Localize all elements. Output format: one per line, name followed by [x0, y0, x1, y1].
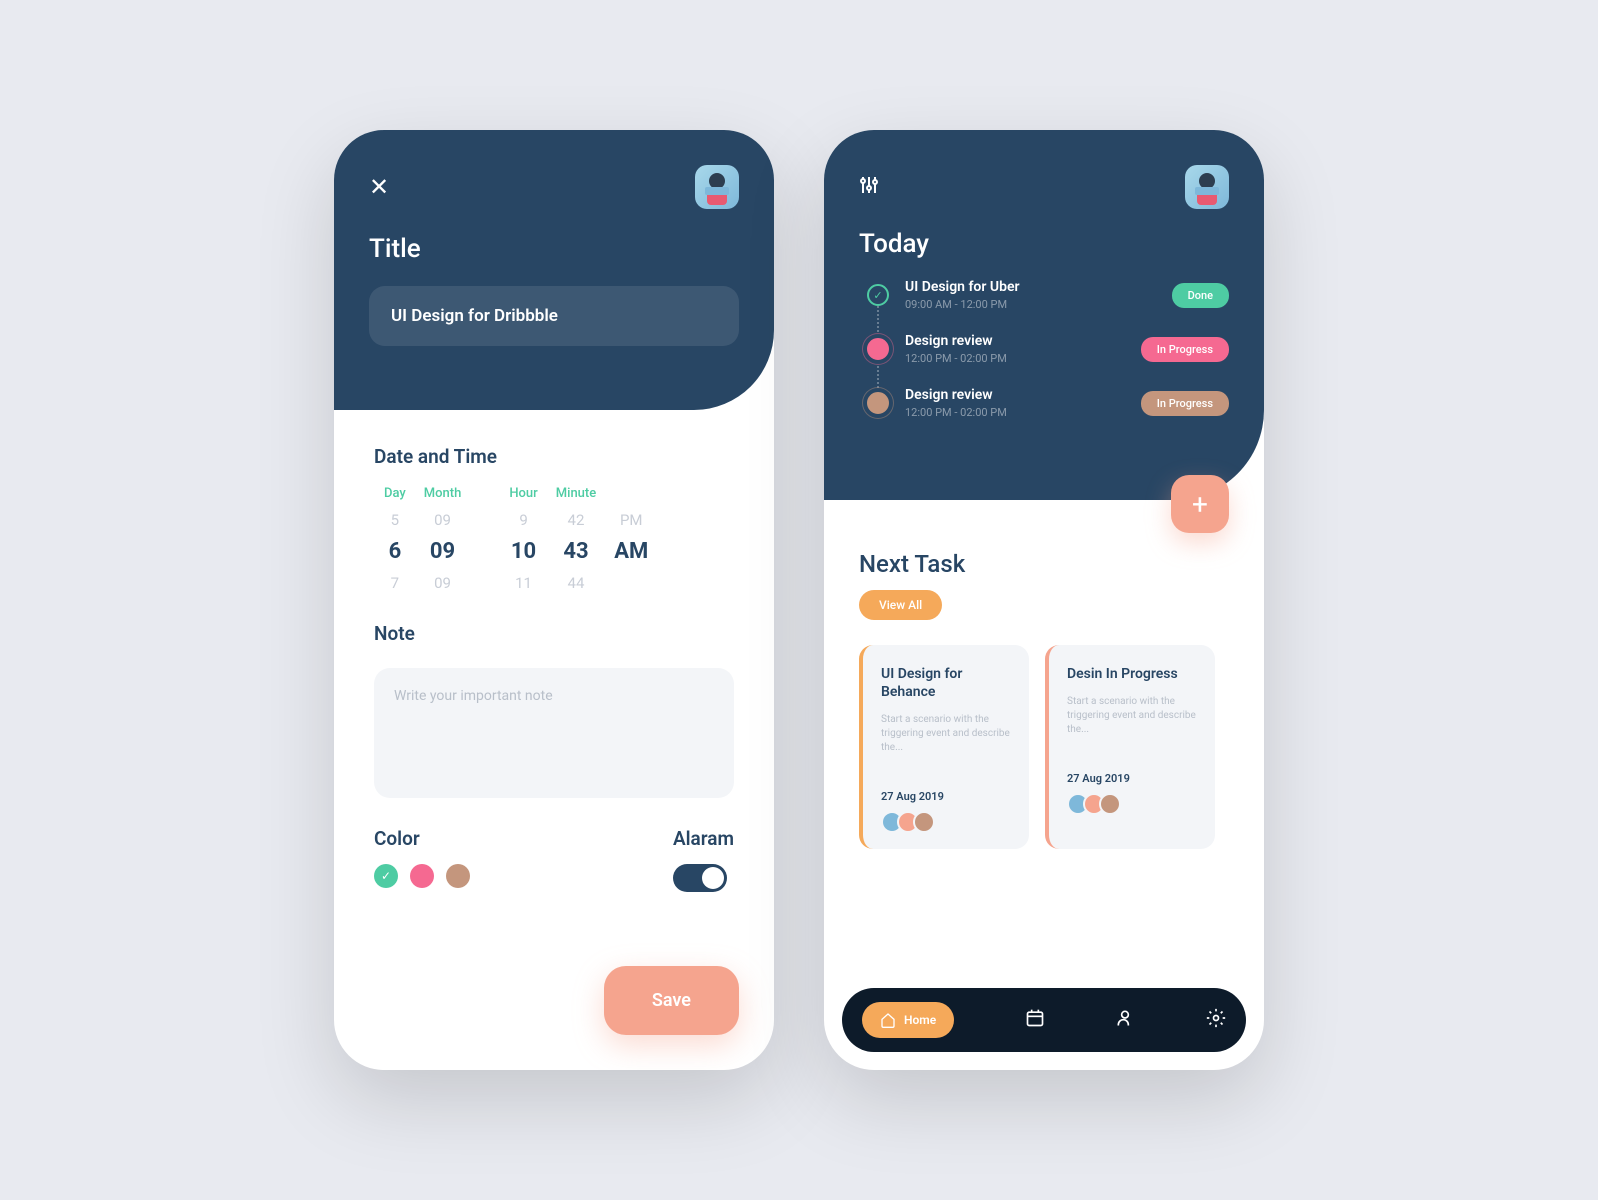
day-column[interactable]: Day 5 6 7 — [384, 486, 406, 592]
task-time: 12:00 PM - 02:00 PM — [905, 406, 1125, 419]
task-card[interactable]: Desin In Progress Start a scenario with … — [1045, 645, 1215, 849]
task-name: Design review — [905, 387, 1125, 403]
color-brown[interactable] — [446, 864, 470, 888]
minute-column[interactable]: Minute 42 43 44 — [556, 486, 596, 592]
alarm-toggle[interactable] — [673, 864, 727, 892]
gear-icon[interactable] — [1206, 1008, 1226, 1032]
task-row[interactable]: Design review 12:00 PM - 02:00 PM In Pro… — [867, 387, 1229, 419]
task-row[interactable]: UI Design for Uber 09:00 AM - 12:00 PM D… — [867, 279, 1229, 311]
save-button[interactable]: Save — [604, 966, 739, 1035]
card-avatars — [881, 811, 1011, 833]
status-badge: In Progress — [1141, 391, 1229, 416]
sliders-icon[interactable] — [859, 175, 879, 199]
title-label: Title — [369, 234, 739, 264]
card-date: 27 Aug 2019 — [881, 790, 1011, 803]
datetime-picker[interactable]: Day 5 6 7 Month 09 09 09 Hour 9 10 11 Mi… — [374, 486, 734, 592]
close-icon[interactable]: ✕ — [369, 173, 389, 201]
month-column[interactable]: Month 09 09 09 — [424, 486, 462, 592]
card-title: UI Design for Behance — [881, 665, 1011, 701]
create-task-screen: ✕ Title Date and Time Day 5 6 7 Month 09… — [334, 130, 774, 1070]
avatar[interactable] — [1185, 165, 1229, 209]
status-dot-done — [867, 284, 889, 306]
form-body: Date and Time Day 5 6 7 Month 09 09 09 H… — [334, 410, 774, 927]
alarm-section: Alaram — [673, 827, 734, 892]
card-title: Desin In Progress — [1067, 665, 1197, 683]
title-input[interactable] — [369, 286, 739, 346]
next-task-section: Next Task View All UI Design for Behance… — [824, 500, 1264, 869]
color-green[interactable]: ✓ — [374, 864, 398, 888]
color-section: Color ✓ — [374, 827, 470, 888]
avatar[interactable] — [695, 165, 739, 209]
status-badge: Done — [1172, 283, 1229, 308]
header: ✕ Title — [334, 130, 774, 410]
nav-home[interactable]: Home — [862, 1002, 954, 1038]
task-name: UI Design for Uber — [905, 279, 1156, 295]
status-dot-progress — [867, 338, 889, 360]
next-task-label: Next Task — [859, 550, 1229, 578]
calendar-icon[interactable] — [1025, 1008, 1045, 1032]
color-label: Color — [374, 827, 470, 850]
alarm-label: Alaram — [673, 827, 734, 850]
card-date: 27 Aug 2019 — [1067, 772, 1197, 785]
task-time: 09:00 AM - 12:00 PM — [905, 298, 1156, 311]
card-desc: Start a scenario with the triggering eve… — [1067, 695, 1197, 737]
status-dot-progress — [867, 392, 889, 414]
user-icon[interactable] — [1115, 1008, 1135, 1032]
card-desc: Start a scenario with the triggering eve… — [881, 713, 1011, 755]
view-all-button[interactable]: View All — [859, 590, 942, 620]
card-avatars — [1067, 793, 1197, 815]
task-name: Design review — [905, 333, 1125, 349]
status-badge: In Progress — [1141, 337, 1229, 362]
add-task-button[interactable]: + — [1171, 475, 1229, 533]
note-input[interactable] — [374, 668, 734, 798]
note-label: Note — [374, 622, 734, 645]
hour-column[interactable]: Hour 9 10 11 — [509, 486, 537, 592]
task-timeline: UI Design for Uber 09:00 AM - 12:00 PM D… — [859, 279, 1229, 419]
today-screen: Today UI Design for Uber 09:00 AM - 12:0… — [824, 130, 1264, 1070]
task-time: 12:00 PM - 02:00 PM — [905, 352, 1125, 365]
task-card[interactable]: UI Design for Behance Start a scenario w… — [859, 645, 1029, 849]
bottom-nav: Home — [842, 988, 1246, 1052]
header: Today UI Design for Uber 09:00 AM - 12:0… — [824, 130, 1264, 500]
task-row[interactable]: Design review 12:00 PM - 02:00 PM In Pro… — [867, 333, 1229, 365]
datetime-label: Date and Time — [374, 445, 734, 468]
today-label: Today — [859, 229, 1229, 259]
color-pink[interactable] — [410, 864, 434, 888]
meridiem-column[interactable]: PM AM — [614, 486, 648, 592]
